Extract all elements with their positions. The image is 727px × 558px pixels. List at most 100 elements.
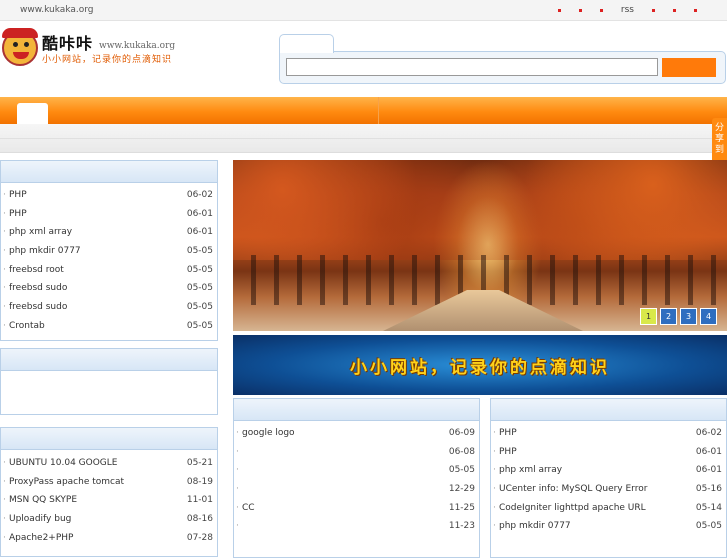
item-title[interactable]: ProxyPass apache tomcat bbox=[9, 477, 124, 487]
item-title[interactable]: PHP bbox=[9, 209, 27, 219]
top-link-bullet[interactable] bbox=[578, 8, 582, 12]
article-list: PHP 06-02 PHP 06-01 php xml array 06-01 php mk… bbox=[1, 183, 217, 336]
search-button[interactable] bbox=[662, 58, 716, 77]
list-item[interactable]: CodeIgniter lighttpd apache URL 05-14 bbox=[491, 499, 726, 518]
top-link-bullet[interactable] bbox=[599, 8, 603, 12]
item-title[interactable]: php mkdir 0777 bbox=[9, 246, 81, 256]
list-item[interactable]: 06-08 bbox=[234, 443, 479, 462]
item-title[interactable]: CodeIgniter lighttpd apache URL bbox=[499, 503, 646, 513]
logo-url: www.kukaka.org bbox=[99, 41, 176, 51]
list-item[interactable]: UCenter info: MySQL Query Error 05-16 bbox=[491, 480, 726, 499]
slide-page-4[interactable]: 4 bbox=[700, 308, 717, 325]
list-item[interactable]: php mkdir 0777 05-05 bbox=[491, 517, 726, 536]
top-bar: www.kukaka.org rss bbox=[0, 0, 727, 21]
right-panel: PHP 06-02 PHP 06-01 php xml array 06-01 UCente… bbox=[490, 398, 727, 558]
panel-header bbox=[491, 399, 726, 421]
item-date: 05-21 bbox=[186, 458, 213, 468]
list-item[interactable]: PHP 06-01 bbox=[491, 443, 726, 462]
item-date: 06-02 bbox=[695, 428, 722, 438]
item-title[interactable]: freebsd root bbox=[9, 265, 64, 275]
list-item[interactable]: 11-23 bbox=[234, 517, 479, 536]
item-date: 05-05 bbox=[186, 246, 213, 257]
article-list: google logo 06-09 06-08 05-05 12-29 CC 11-25 11… bbox=[234, 421, 479, 536]
item-title[interactable]: php xml array bbox=[9, 227, 72, 237]
list-item[interactable]: freebsd sudo 05-05 bbox=[1, 298, 217, 317]
search-tab[interactable] bbox=[279, 34, 334, 53]
item-title[interactable]: Crontab bbox=[9, 321, 45, 331]
item-date: 06-08 bbox=[448, 446, 475, 457]
item-title[interactable]: php xml array bbox=[499, 465, 562, 475]
list-item[interactable]: freebsd sudo 05-05 bbox=[1, 279, 217, 298]
mascot-icon bbox=[2, 28, 38, 66]
top-links: rss bbox=[557, 5, 697, 15]
list-item[interactable]: freebsd root 05-05 bbox=[1, 261, 217, 280]
item-date: 11-25 bbox=[448, 502, 475, 513]
logo-slogan: 小小网站，记录你的点滴知识 bbox=[42, 55, 173, 65]
item-date: 05-05 bbox=[695, 521, 722, 532]
item-title[interactable]: PHP bbox=[499, 447, 517, 457]
search-input[interactable] bbox=[286, 58, 658, 76]
list-item[interactable]: PHP 06-02 bbox=[491, 424, 726, 443]
list-item[interactable]: ProxyPass apache tomcat 08-19 bbox=[1, 473, 217, 492]
slideshow-banner[interactable]: 1 2 3 4 bbox=[233, 160, 727, 331]
search-body bbox=[279, 51, 726, 84]
rss-link[interactable]: rss bbox=[621, 5, 634, 15]
item-title[interactable]: google logo bbox=[242, 428, 295, 438]
top-link-bullet[interactable] bbox=[694, 8, 697, 12]
top-link-bullet[interactable] bbox=[557, 8, 561, 12]
item-title[interactable]: MSN QQ SKYPE bbox=[9, 495, 77, 505]
panel-header bbox=[1, 428, 217, 450]
item-title[interactable]: Apache2+PHP bbox=[9, 533, 73, 543]
item-date: 06-01 bbox=[186, 208, 213, 219]
item-date: 05-05 bbox=[186, 264, 213, 275]
item-date: 11-23 bbox=[448, 521, 475, 532]
slogan-banner: 小小网站，记录你的点滴知识 bbox=[233, 335, 727, 395]
panel-header bbox=[1, 349, 217, 371]
item-date: 06-09 bbox=[448, 428, 475, 438]
item-title[interactable]: PHP bbox=[499, 428, 517, 438]
item-title[interactable]: PHP bbox=[9, 190, 27, 200]
item-date: 05-16 bbox=[695, 484, 722, 495]
item-date: 12-29 bbox=[448, 484, 475, 495]
list-item[interactable]: MSN QQ SKYPE 11-01 bbox=[1, 491, 217, 510]
list-item[interactable]: php mkdir 0777 05-05 bbox=[1, 242, 217, 261]
site-url[interactable]: www.kukaka.org bbox=[20, 5, 94, 15]
list-item[interactable]: Uploadify bug 08-16 bbox=[1, 510, 217, 529]
item-date: 05-05 bbox=[186, 302, 213, 313]
item-title[interactable]: CC bbox=[242, 503, 255, 513]
site-logo[interactable]: 酷咔咔 www.kukaka.org 小小网站，记录你的点滴知识 bbox=[2, 28, 192, 70]
search-box bbox=[279, 34, 726, 84]
list-item[interactable]: 05-05 bbox=[234, 461, 479, 480]
list-item[interactable]: PHP 06-02 bbox=[1, 186, 217, 205]
item-title[interactable]: freebsd sudo bbox=[9, 283, 67, 293]
sub-nav bbox=[0, 124, 727, 153]
item-date: 08-16 bbox=[186, 514, 213, 525]
item-date: 05-05 bbox=[448, 465, 475, 476]
slide-page-1[interactable]: 1 bbox=[640, 308, 657, 325]
item-date: 05-14 bbox=[695, 502, 722, 513]
item-title[interactable]: Uploadify bug bbox=[9, 514, 71, 524]
item-title[interactable]: UBUNTU 10.04 GOOGLE bbox=[9, 458, 117, 468]
nav-tab-home[interactable] bbox=[17, 103, 48, 124]
item-date: 06-01 bbox=[186, 227, 213, 238]
top-link-bullet[interactable] bbox=[673, 8, 676, 12]
slide-page-3[interactable]: 3 bbox=[680, 308, 697, 325]
list-item[interactable]: php xml array 06-01 bbox=[491, 461, 726, 480]
panel-header bbox=[234, 399, 479, 421]
item-title[interactable]: php mkdir 0777 bbox=[499, 521, 571, 531]
list-item[interactable]: php xml array 06-01 bbox=[1, 223, 217, 242]
main-nav bbox=[0, 97, 727, 124]
list-item[interactable]: google logo 06-09 bbox=[234, 424, 479, 443]
list-item[interactable]: CC 11-25 bbox=[234, 499, 479, 518]
list-item[interactable]: PHP 06-01 bbox=[1, 205, 217, 224]
list-item[interactable]: UBUNTU 10.04 GOOGLE 05-21 bbox=[1, 454, 217, 473]
item-date: 08-19 bbox=[186, 476, 213, 487]
top-link-bullet[interactable] bbox=[652, 8, 655, 12]
item-title[interactable]: UCenter info: MySQL Query Error bbox=[499, 484, 647, 494]
list-item[interactable]: 12-29 bbox=[234, 480, 479, 499]
nav-divider bbox=[378, 97, 379, 124]
item-date: 05-05 bbox=[186, 320, 213, 331]
slide-page-2[interactable]: 2 bbox=[660, 308, 677, 325]
item-title[interactable]: freebsd sudo bbox=[9, 302, 67, 312]
list-item[interactable]: Crontab 05-05 bbox=[1, 317, 217, 336]
